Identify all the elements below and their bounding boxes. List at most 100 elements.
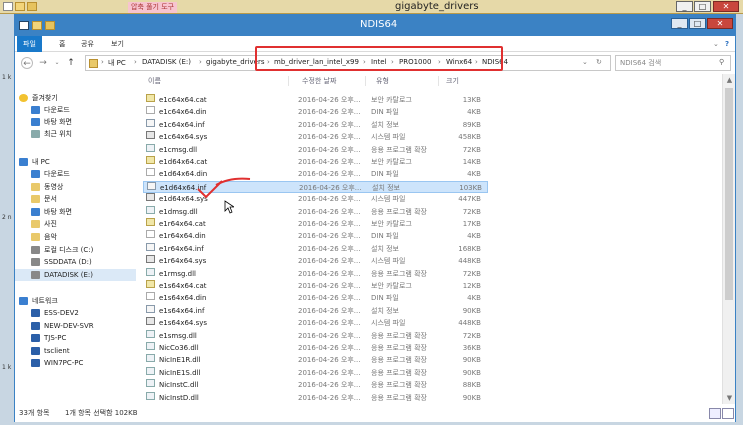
nav-pc-2[interactable]: 문서 — [15, 193, 136, 205]
close-button[interactable]: ✕ — [707, 18, 733, 29]
file-type: 설치 정보 — [372, 183, 400, 192]
context-tab-extract[interactable]: 압축 풀기 도구 — [128, 2, 178, 13]
minimize-button[interactable]: _ — [671, 18, 688, 29]
table-row[interactable]: e1r64x64.din 2016-04-26 오후... DIN 파일 4KB — [143, 230, 488, 242]
bg-close-button[interactable]: ✕ — [713, 1, 739, 12]
status-bar: 33개 항목 1개 항목 선택함 102KB — [15, 404, 735, 422]
table-row[interactable]: e1c64x64.sys 2016-04-26 오후... 시스템 파일 458KB — [143, 131, 488, 143]
nav-net-4[interactable]: WIN7PC-PC — [15, 357, 136, 369]
nav-net-3[interactable]: tsclient — [15, 345, 136, 357]
file-date: 2016-04-26 오후... — [298, 282, 361, 290]
table-row[interactable]: e1r64x64.cat 2016-04-26 오후... 보안 카탈로그 17KB — [143, 218, 488, 230]
bg-maximize-button[interactable]: □ — [694, 1, 711, 12]
nav-favorites[interactable]: 즐겨찾기 — [15, 92, 136, 104]
nav-this-pc[interactable]: 내 PC — [15, 156, 136, 168]
nav-pc-6[interactable]: 로컬 디스크 (C:) — [15, 244, 136, 256]
tab-file[interactable]: 파일 — [17, 36, 42, 52]
file-date: 2016-04-26 오후... — [298, 269, 361, 278]
file-type: 시스템 파일 — [371, 133, 406, 142]
nav-net-1[interactable]: NEW-DEV-SVR — [15, 320, 136, 332]
nav-pc-5[interactable]: 음악 — [15, 231, 136, 243]
forward-button[interactable]: → — [37, 57, 49, 69]
nav-pc-8[interactable]: DATADISK (E:) — [15, 268, 136, 281]
nav-label: 즐겨찾기 — [32, 94, 58, 102]
file-name: e1d64x64.cat — [159, 158, 208, 166]
table-row[interactable]: e1dmsg.dll 2016-04-26 오후... 응용 프로그램 확장 72KB — [143, 205, 488, 218]
large-icons-view-icon[interactable] — [722, 408, 734, 419]
table-row[interactable]: e1rmsg.dll 2016-04-26 오후... 응용 프로그램 확장 72KB — [143, 267, 488, 280]
nav-pc-3[interactable]: 바탕 화면 — [15, 206, 136, 218]
up-button[interactable]: ↑ — [65, 57, 77, 69]
table-row[interactable]: e1d64x64.cat 2016-04-26 오후... 보안 카탈로그 14KB — [143, 156, 488, 168]
file-size: 458KB — [458, 133, 481, 142]
breadcrumb-this-pc[interactable]: 내 PC — [108, 58, 126, 68]
nav-pc-7[interactable]: SSDDATA (D:) — [15, 256, 136, 268]
table-row[interactable]: e1s64x64.din 2016-04-26 오후... DIN 파일 4KB — [143, 292, 488, 304]
file-size: 14KB — [462, 158, 481, 166]
properties-icon[interactable] — [45, 21, 55, 30]
scroll-down-icon[interactable]: ▼ — [723, 392, 736, 404]
history-chevron-icon[interactable]: ⌄ — [582, 58, 588, 66]
tab-share[interactable]: 공유 — [81, 36, 94, 52]
table-row[interactable]: NicInstD.dll 2016-04-26 오후... 응용 프로그램 확장 90… — [143, 391, 488, 404]
column-size[interactable]: 크기 — [446, 74, 459, 88]
bg-minimize-button[interactable]: _ — [676, 1, 693, 12]
back-button[interactable]: ← — [21, 57, 33, 69]
scrollbar-thumb[interactable] — [725, 88, 733, 300]
nav-fav-1[interactable]: 바탕 화면 — [15, 116, 136, 128]
inf-file-icon — [146, 242, 155, 251]
breadcrumb-datadisk[interactable]: DATADISK (E:) — [142, 58, 191, 66]
nav-pc-4[interactable]: 사진 — [15, 218, 136, 230]
table-row[interactable]: e1r64x64.sys 2016-04-26 오후... 시스템 파일 448KB — [143, 255, 488, 267]
table-row[interactable]: NicInE1S.dll 2016-04-26 오후... 응용 프로그램 확장 90… — [143, 366, 488, 379]
table-row[interactable]: NicInE1R.dll 2016-04-26 오후... 응용 프로그램 확장 90… — [143, 354, 488, 366]
folder-icon — [31, 321, 40, 330]
table-row[interactable]: e1smsg.dll 2016-04-26 오후... 응용 프로그램 확장 72KB — [143, 329, 488, 342]
scroll-up-icon[interactable]: ▲ — [723, 74, 736, 86]
file-name: e1s64x64.cat — [159, 282, 207, 290]
nav-label: 네트워크 — [32, 297, 58, 305]
nav-network[interactable]: 네트워크 — [15, 295, 136, 307]
table-row[interactable]: e1s64x64.inf 2016-04-26 오후... 설치 정보 90KB — [143, 304, 488, 317]
vertical-scrollbar[interactable]: ▲ ▼ — [722, 74, 735, 404]
nav-fav-0[interactable]: 다운로드 — [15, 104, 136, 116]
file-type: DIN 파일 — [371, 108, 399, 117]
din-file-icon — [146, 292, 155, 301]
column-name[interactable]: 이름 — [148, 74, 161, 88]
table-row[interactable]: e1r64x64.inf 2016-04-26 오후... 설치 정보 168KB — [143, 242, 488, 255]
nav-net-2[interactable]: TJS-PC — [15, 332, 136, 344]
recent-locations-chevron-icon[interactable]: ⌄ — [51, 57, 63, 69]
star-icon — [19, 94, 28, 102]
nav-pc-0[interactable]: 다운로드 — [15, 168, 136, 180]
folder-icon[interactable] — [15, 2, 25, 11]
nav-fav-2[interactable]: 최근 위치 — [15, 128, 136, 140]
table-row[interactable]: e1c64x64.din 2016-04-26 오후... DIN 파일 4KB — [143, 106, 488, 118]
details-view-icon[interactable] — [709, 408, 721, 419]
chevron-down-icon[interactable]: ⌄ — [713, 36, 719, 52]
column-type[interactable]: 유형 — [376, 74, 389, 88]
file-type: 보안 카탈로그 — [371, 282, 412, 290]
table-row[interactable]: e1s64x64.cat 2016-04-26 오후... 보안 카탈로그 12KB — [143, 280, 488, 292]
nav-label: SSDDATA (D:) — [44, 258, 92, 267]
nav-pc-1[interactable]: 동영상 — [15, 181, 136, 193]
table-row[interactable]: e1cmsg.dll 2016-04-26 오후... 응용 프로그램 확장 72KB — [143, 143, 488, 156]
file-date: 2016-04-26 오후... — [298, 108, 361, 117]
table-row[interactable]: NicInstC.dll 2016-04-26 오후... 응용 프로그램 확장 88… — [143, 379, 488, 391]
tab-view[interactable]: 보기 — [111, 36, 124, 52]
file-date: 2016-04-26 오후... — [298, 257, 361, 266]
properties-icon[interactable] — [27, 2, 37, 11]
tab-home[interactable]: 홈 — [59, 36, 65, 52]
table-row[interactable]: e1c64x64.inf 2016-04-26 오후... 설치 정보 89KB — [143, 118, 488, 131]
column-date[interactable]: 수정한 날짜 — [302, 74, 336, 88]
folder-icon[interactable] — [32, 21, 42, 30]
maximize-button[interactable]: □ — [689, 18, 706, 29]
table-row[interactable]: e1c64x64.cat 2016-04-26 오후... 보안 카탈로그 13KB — [143, 94, 488, 106]
refresh-icon[interactable]: ↻ — [596, 58, 602, 66]
nav-net-0[interactable]: ESS-DEV2 — [15, 307, 136, 319]
help-icon[interactable]: ? — [725, 36, 729, 52]
table-row[interactable]: NicCo36.dll 2016-04-26 오후... 응용 프로그램 확장 36K… — [143, 342, 488, 354]
file-type: 응용 프로그램 확장 — [371, 393, 427, 402]
table-row[interactable]: e1s64x64.sys 2016-04-26 오후... 시스템 파일 448KB — [143, 317, 488, 329]
search-input[interactable]: NDIS64 검색 ⚲ — [615, 55, 731, 71]
app-icon — [3, 2, 13, 11]
